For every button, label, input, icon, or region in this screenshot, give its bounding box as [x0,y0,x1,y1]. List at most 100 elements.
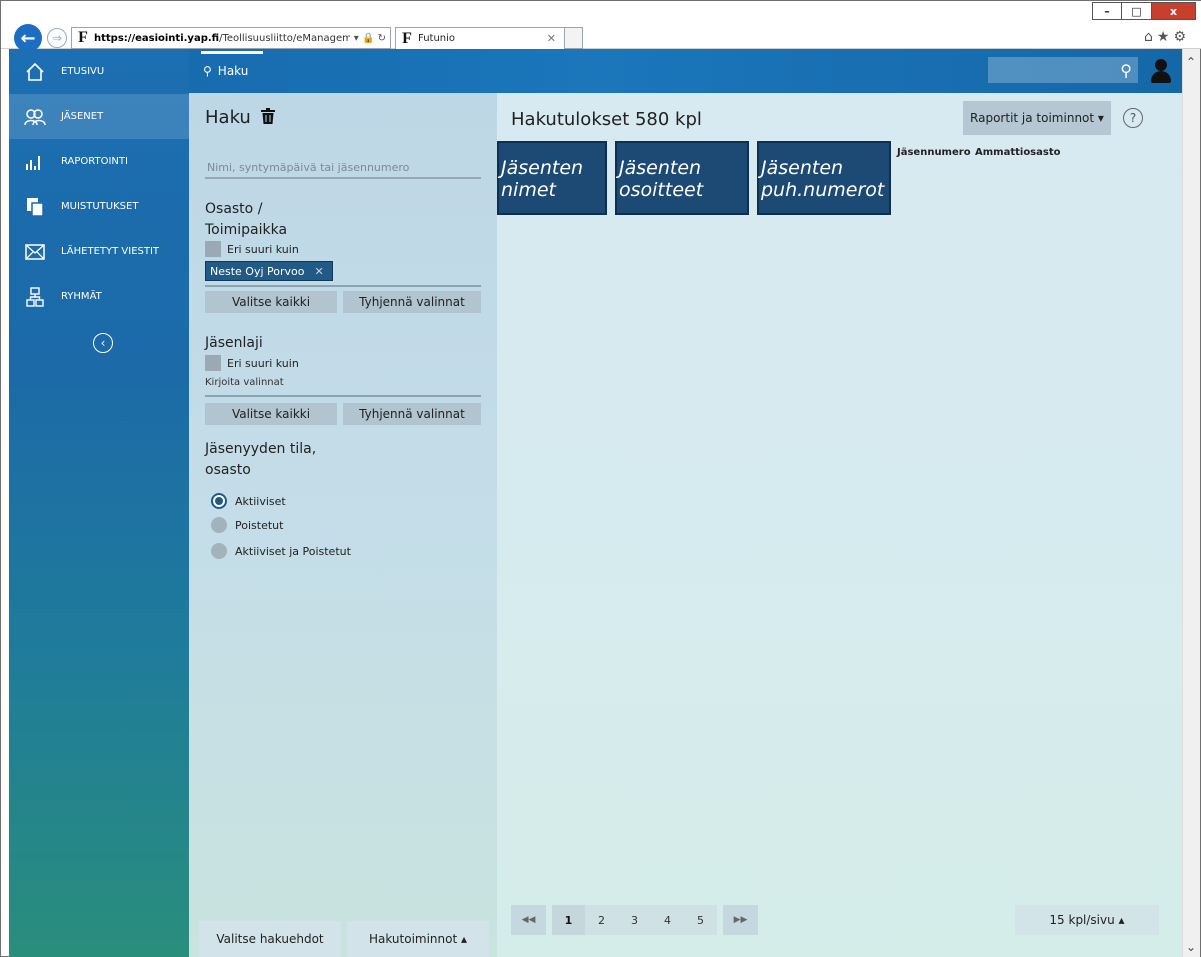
chip-remove-icon[interactable]: ✕ [315,265,324,278]
address-bar[interactable]: F https://easiointi.yap.fi/Teollisuuslii… [71,27,391,49]
settings-gear-icon[interactable]: ⚙ [1173,29,1190,45]
select-search-criteria-button[interactable]: Valitse hakuehdot [199,921,341,957]
browser-titlebar: – □ x ← ⇒ F https://easiointi.yap.fi/Teo… [1,1,1201,52]
sidebar-item-label: ETUSIVU [61,66,105,77]
radio-label: Poistetut [235,518,284,532]
page-scrollbar[interactable]: ⌃ ⌄ [1182,49,1200,957]
type-selections-input[interactable]: Kirjoita valinnat [205,377,284,388]
not-equal-checkbox-jasenlaji[interactable]: Eri suuri kuin [205,355,299,371]
column-box-addresses[interactable]: Jäsenten osoitteet [615,141,749,215]
column-box-names[interactable]: Jäsenten nimet [497,141,607,215]
sidebar-item-label: LÄHETETYT VIESTIT [61,246,160,257]
next-pages-button[interactable]: ▶▶ [723,905,758,935]
user-icon-head [1155,59,1167,71]
column-box-phone-numbers[interactable]: Jäsenten puh.numerot [757,141,891,215]
chart-icon [9,153,61,171]
help-icon[interactable]: ? [1123,108,1143,128]
radio-button[interactable] [211,493,227,509]
user-avatar[interactable] [1148,57,1174,83]
section-title-jasenlaji: Jäsenlaji [205,333,263,354]
search-tab[interactable]: ⚲ Haku [189,49,263,93]
checkbox[interactable] [205,241,221,257]
address-bar-icons[interactable]: ▾ 🔒 ↻ [350,33,390,44]
radio-aktiiviset-ja-poistetut[interactable]: Aktiiviset ja Poistetut [211,543,351,559]
url-path: /Teollisuusliitto/eManagement#/se [219,32,350,44]
reports-and-actions-button[interactable]: Raportit ja toiminnot ▾ [963,101,1111,135]
page-button[interactable]: 2 [585,905,618,935]
home-browser-icon[interactable]: ⌂ [1144,29,1157,45]
checkbox[interactable] [205,355,221,371]
window-controls: – □ x [1092,2,1196,20]
browser-tab[interactable]: F Futunio ✕ [395,27,565,49]
forward-button[interactable]: ⇒ [47,28,67,48]
radio-aktiiviset[interactable]: Aktiiviset [211,493,286,509]
results-panel: Hakutulokset 580 kpl Raportit ja toiminn… [497,93,1182,957]
tab-close-icon[interactable]: ✕ [547,32,556,45]
checkbox-label: Eri suuri kuin [227,242,299,256]
not-equal-checkbox-osasto[interactable]: Eri suuri kuin [205,241,299,257]
radio-button[interactable] [211,543,227,559]
page-button[interactable]: 3 [618,905,651,935]
home-icon [9,62,61,82]
search-actions-button[interactable]: Hakutoiminnot ▴ [347,921,489,957]
back-button[interactable]: ← [14,24,42,52]
select-all-button[interactable]: Valitse kaikki [205,291,337,313]
radio-button[interactable] [211,517,227,533]
section-title-line: Toimipaikka [205,222,288,238]
column-header-member-number[interactable]: Jäsennumero [897,147,971,158]
filter-panel-title: Haku [205,107,275,128]
favorites-star-icon[interactable]: ★ [1157,29,1174,45]
new-tab-button[interactable] [565,27,583,49]
first-page-button[interactable]: ◀◀ [511,905,546,935]
scroll-down-icon[interactable]: ⌄ [1186,940,1196,954]
page-button[interactable]: 4 [651,905,684,935]
sidebar: ETUSIVU JÄSENET RAPORTOINTI MUISTUTUKSET… [9,49,189,957]
clear-selections-button[interactable]: Tyhjennä valinnat [343,291,481,313]
select-all-button[interactable]: Valitse kaikki [205,403,337,425]
sidebar-item-lahetetyt-viestit[interactable]: LÄHETETYT VIESTIT [9,229,189,274]
reminder-icon [9,197,61,217]
tab-title: Futunio [418,33,456,44]
pagination: ◀◀ 1 2 3 4 5 ▶▶ [511,905,758,935]
page-button[interactable]: 1 [552,905,585,935]
checkbox-label: Eri suuri kuin [227,356,299,370]
search-icon[interactable]: ⚲ [1120,61,1132,80]
items-per-page-selector[interactable]: 15 kpl/sivu ▴ [1015,905,1159,935]
page-button[interactable]: 5 [684,905,717,935]
sidebar-item-raportointi[interactable]: RAPORTOINTI [9,139,189,184]
osasto-button-row: Valitse kaikki Tyhjennä valinnat [205,291,481,313]
collapse-sidebar-button[interactable]: ‹ [93,333,113,353]
radio-poistetut[interactable]: Poistetut [211,517,283,533]
members-icon [9,108,61,126]
section-title-line: Osasto / [205,201,263,217]
url-text[interactable]: https://easiointi.yap.fi/Teollisuusliitt… [94,33,350,44]
section-title-osasto: Osasto / Toimipaikka [205,199,287,241]
sidebar-item-jasenet[interactable]: JÄSENET [9,94,189,139]
clear-selections-button[interactable]: Tyhjennä valinnat [343,403,481,425]
sidebar-item-ryhmat[interactable]: RYHMÄT [9,274,189,319]
radio-label: Aktiiviset [235,494,286,508]
filter-title-text: Haku [205,107,251,128]
trash-icon[interactable] [260,107,275,128]
close-window-button[interactable]: x [1152,2,1196,20]
browser-toolbar-icons: ⌂★⚙ [1144,29,1190,45]
section-title-line: Jäsenyyden tila, [205,441,317,457]
sidebar-item-etusivu[interactable]: ETUSIVU [9,49,189,94]
selected-chip[interactable]: Neste Oyj Porvoo ✕ [205,261,333,281]
sidebar-item-label: JÄSENET [61,111,104,122]
refresh-icon[interactable]: ↻ [378,33,386,44]
sidebar-item-muistutukset[interactable]: MUISTUTUKSET [9,184,189,229]
forward-arrow-icon: ⇒ [51,31,63,45]
maximize-button[interactable]: □ [1122,2,1152,20]
mail-icon [9,243,61,260]
column-header-trade-union-branch[interactable]: Ammattiosasto [975,147,1061,158]
section-title-line: osasto [205,462,251,478]
search-tab-label: Haku [217,64,249,78]
user-icon-body [1151,71,1171,83]
chip-label: Neste Oyj Porvoo [210,264,305,278]
groups-icon [9,286,61,307]
minimize-button[interactable]: – [1092,2,1122,20]
member-search-input[interactable]: Nimi, syntymäpäivä tai jäsennumero [205,157,481,179]
global-search-input[interactable]: ⚲ [988,57,1138,83]
scroll-up-icon[interactable]: ⌃ [1186,55,1196,69]
